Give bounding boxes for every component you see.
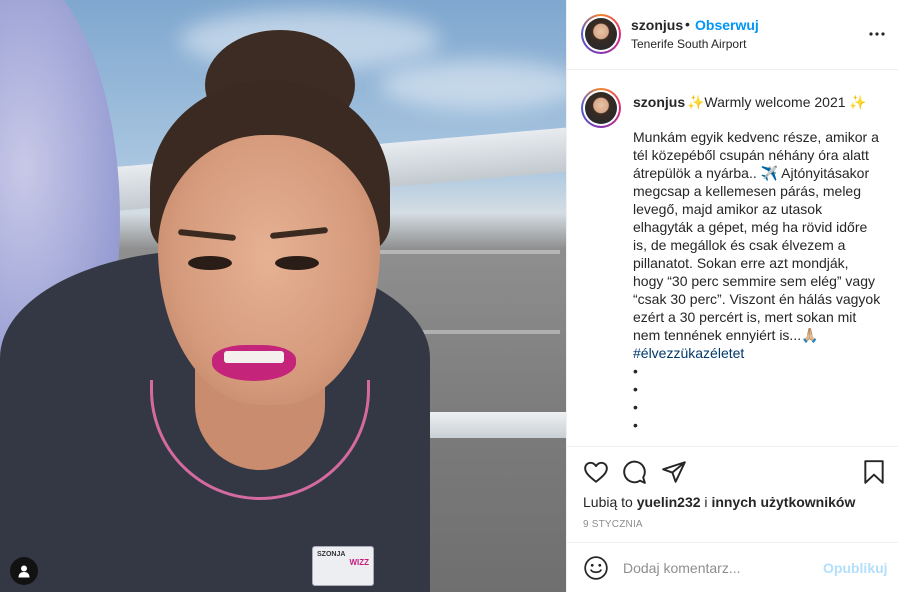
eye-right: [275, 256, 319, 270]
likes-prefix: Lubią to: [583, 494, 637, 510]
caption-username[interactable]: szonjus: [633, 94, 685, 110]
bookmark-icon[interactable]: [861, 459, 887, 485]
badge-brand: WIZZ: [349, 558, 369, 567]
separator-dot: •: [685, 16, 690, 32]
location-link[interactable]: Tenerife South Airport: [631, 37, 746, 51]
eye-left: [188, 256, 232, 270]
likes-others-link[interactable]: innych użytkowników: [711, 494, 855, 510]
action-bar: Lubią to yuelin232 i innych użytkowników…: [567, 446, 898, 542]
cloud: [380, 60, 566, 110]
heart-icon[interactable]: [583, 459, 609, 485]
post-date[interactable]: 9 STYCZNIA: [583, 519, 643, 530]
avatar-border: [583, 16, 619, 52]
follow-button[interactable]: Obserwuj: [695, 17, 759, 33]
post-photo[interactable]: SZONJA WIZZ: [0, 0, 566, 592]
name-badge: SZONJA WIZZ: [312, 546, 374, 586]
avatar-image: [585, 18, 617, 50]
caption-dots: • • • •: [633, 363, 638, 433]
tarmac-marking: [360, 250, 560, 254]
user-icon: [18, 565, 30, 578]
post-side-panel: szonjus • Obserwuj Tenerife South Airpor…: [566, 0, 898, 592]
avatar[interactable]: [581, 14, 621, 54]
caption-text: Munkám egyik kedvenc része, amikor a tél…: [633, 128, 881, 434]
hashtag-link[interactable]: #élvezzükazéletet: [633, 345, 744, 361]
teeth: [224, 351, 284, 363]
likes-summary: Lubią to yuelin232 i innych użytkowników: [583, 494, 855, 510]
caption-body: Munkám egyik kedvenc része, amikor a tél…: [633, 129, 885, 343]
more-horizontal-icon: [869, 32, 885, 36]
more-options-button[interactable]: [865, 24, 889, 44]
tarmac-marking: [420, 330, 560, 334]
publish-button[interactable]: Opublikuj: [823, 560, 888, 576]
comment-icon[interactable]: [621, 459, 647, 485]
comment-input[interactable]: [623, 557, 813, 579]
avatar-image: [585, 92, 617, 124]
tagged-users-button[interactable]: [10, 557, 38, 585]
post-header: szonjus • Obserwuj Tenerife South Airpor…: [567, 0, 898, 70]
badge-name: SZONJA: [317, 551, 346, 558]
avatar-border: [583, 90, 619, 126]
share-icon[interactable]: [661, 459, 687, 485]
caption-section: szonjus ✨Warmly welcome 2021 ✨ Munkám eg…: [567, 70, 898, 446]
header-username[interactable]: szonjus: [631, 17, 683, 33]
likes-user-link[interactable]: yuelin232: [637, 494, 701, 510]
caption-title: ✨Warmly welcome 2021 ✨: [687, 94, 867, 110]
comment-bar: Opublikuj: [567, 542, 898, 592]
emoji-icon[interactable]: [583, 555, 609, 581]
likes-mid: i: [700, 494, 712, 510]
caption-avatar[interactable]: [581, 88, 621, 128]
